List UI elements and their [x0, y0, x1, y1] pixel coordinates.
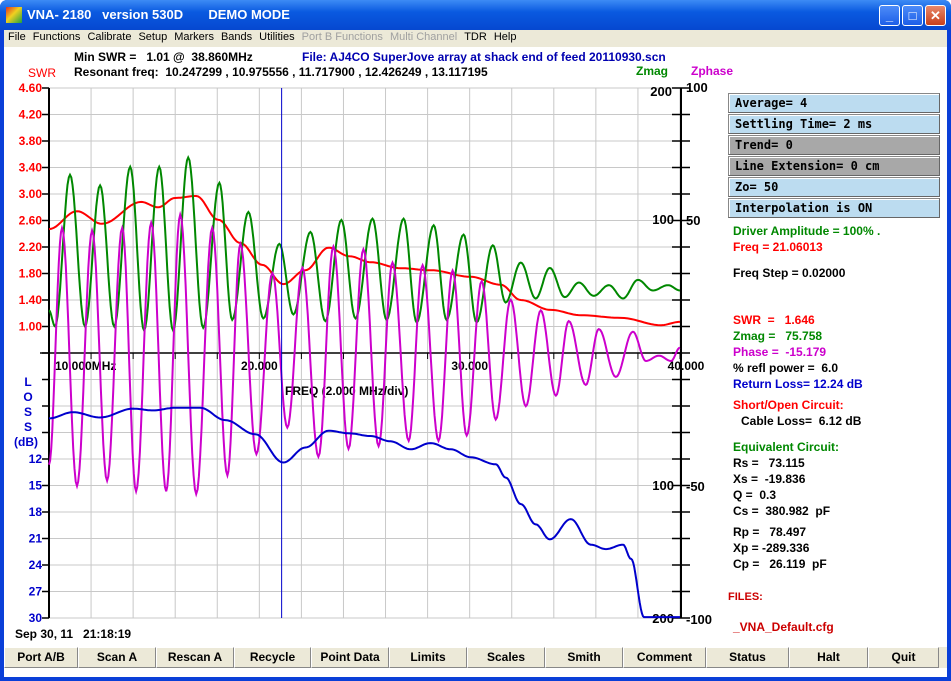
loss-tick-label: 18: [29, 505, 43, 519]
swr-tick-label: 1.40: [19, 293, 43, 307]
comment-button[interactable]: Comment: [623, 647, 706, 668]
swr-tick-label: 1.00: [19, 320, 43, 334]
loss-tick-label: 30: [29, 611, 43, 625]
freq-axis-label: FREQ (2.000 MHz/div): [285, 384, 408, 398]
scan-timestamp: Sep 30, 11 21:18:19: [15, 627, 132, 641]
zphase-tick-label: 50: [686, 213, 700, 228]
freq-step: Freq Step = 0.02000: [733, 266, 846, 280]
swr-tick-label: 4.20: [19, 108, 43, 122]
zmag-tick-label: 100: [652, 212, 674, 227]
rescan-a-button[interactable]: Rescan A: [156, 647, 234, 668]
recycle-button[interactable]: Recycle: [234, 647, 311, 668]
zmag-tick-label: 100: [652, 478, 674, 493]
panel-button-0[interactable]: Average= 4: [728, 93, 940, 113]
series-zmag-line: [48, 154, 681, 333]
series-zphase-line: [48, 210, 681, 498]
short-open-label: Short/Open Circuit:: [733, 398, 844, 412]
loss-axis-letter: O: [23, 390, 32, 404]
zphase-tick-label: -50: [686, 479, 705, 494]
refl-power-readout: % refl power = 6.0: [733, 361, 839, 375]
swr-readout: SWR = 1.646: [733, 313, 815, 327]
xs-readout: Xs = -19.836: [733, 472, 806, 486]
q-readout: Q = 0.3: [733, 488, 777, 502]
loss-tick-label: 21: [29, 532, 43, 546]
freq-tick-label: 10.000MHz: [55, 359, 116, 373]
cp-readout: Cp = 26.119 pF: [733, 557, 827, 571]
loss-tick-label: 15: [29, 479, 43, 493]
equivalent-circuit-label: Equivalent Circuit:: [733, 440, 840, 454]
return-loss-readout: Return Loss= 12.24 dB: [733, 377, 863, 391]
scales-button[interactable]: Scales: [467, 647, 545, 668]
halt-button[interactable]: Halt: [789, 647, 868, 668]
loss-tick-label: 24: [29, 558, 43, 572]
phase-readout: Phase = -15.179: [733, 345, 827, 359]
driver-amplitude: Driver Amplitude = 100% .: [733, 224, 881, 238]
zphase-tick-label: 100: [686, 80, 708, 95]
freq-tick-label: 40.000: [668, 359, 705, 373]
swr-tick-label: 4.60: [19, 81, 43, 95]
rs-readout: Rs = 73.115: [733, 456, 805, 470]
loss-tick-label: 27: [29, 585, 43, 599]
zmag-tick-label: 200: [652, 611, 674, 626]
swr-tick-label: 2.60: [19, 214, 43, 228]
rp-readout: Rp = 78.497: [733, 525, 807, 539]
point-data-button[interactable]: Point Data: [311, 647, 389, 668]
cursor-freq: Freq = 21.06013: [733, 240, 823, 254]
smith-button[interactable]: Smith: [545, 647, 623, 668]
swr-tick-label: 3.80: [19, 134, 43, 148]
swr-tick-label: 2.20: [19, 240, 43, 254]
swr-tick-label: 3.40: [19, 161, 43, 175]
panel-button-3[interactable]: Line Extension= 0 cm: [728, 156, 940, 176]
app-window: VNA- 2180 version 530D DEMO MODE _ □ ✕ F…: [0, 0, 951, 681]
loss-axis-letter: S: [24, 420, 32, 434]
loss-axis-letter: L: [24, 375, 31, 389]
config-file-link[interactable]: _VNA_Default.cfg: [733, 620, 834, 634]
cable-loss-readout: Cable Loss= 6.12 dB: [741, 414, 862, 428]
swr-tick-label: 3.00: [19, 187, 43, 201]
freq-tick-label: 20.000: [241, 359, 278, 373]
bottom-toolbar: Port A/B Scan A Rescan A Recycle Point Data L…: [4, 647, 947, 668]
loss-tick-label: 12: [29, 452, 43, 466]
panel-button-1[interactable]: Settling Time= 2 ms: [728, 114, 940, 134]
panel-button-4[interactable]: Zo= 50: [728, 177, 940, 197]
status-button[interactable]: Status: [706, 647, 789, 668]
swr-tick-label: 1.80: [19, 267, 43, 281]
files-label: FILES:: [728, 591, 763, 603]
zphase-tick-label: -100: [686, 612, 712, 627]
loss-axis-letter: (dB): [14, 435, 38, 449]
zmag-readout: Zmag = 75.758: [733, 329, 823, 343]
scan-a-button[interactable]: Scan A: [78, 647, 156, 668]
client-area: File Functions Calibrate Setup Markers Bands U…: [4, 30, 947, 677]
loss-axis-letter: S: [24, 405, 32, 419]
xp-readout: Xp = -289.336: [733, 541, 810, 555]
port-a-b-button[interactable]: Port A/B: [4, 647, 78, 668]
panel-button-5[interactable]: Interpolation is ON: [728, 198, 940, 218]
cs-readout: Cs = 380.982 pF: [733, 504, 831, 518]
quit-button[interactable]: Quit: [868, 647, 939, 668]
panel-button-2[interactable]: Trend= 0: [728, 135, 940, 155]
freq-tick-label: 30.000: [451, 359, 488, 373]
limits-button[interactable]: Limits: [389, 647, 467, 668]
zmag-tick-label: 200: [650, 84, 672, 99]
